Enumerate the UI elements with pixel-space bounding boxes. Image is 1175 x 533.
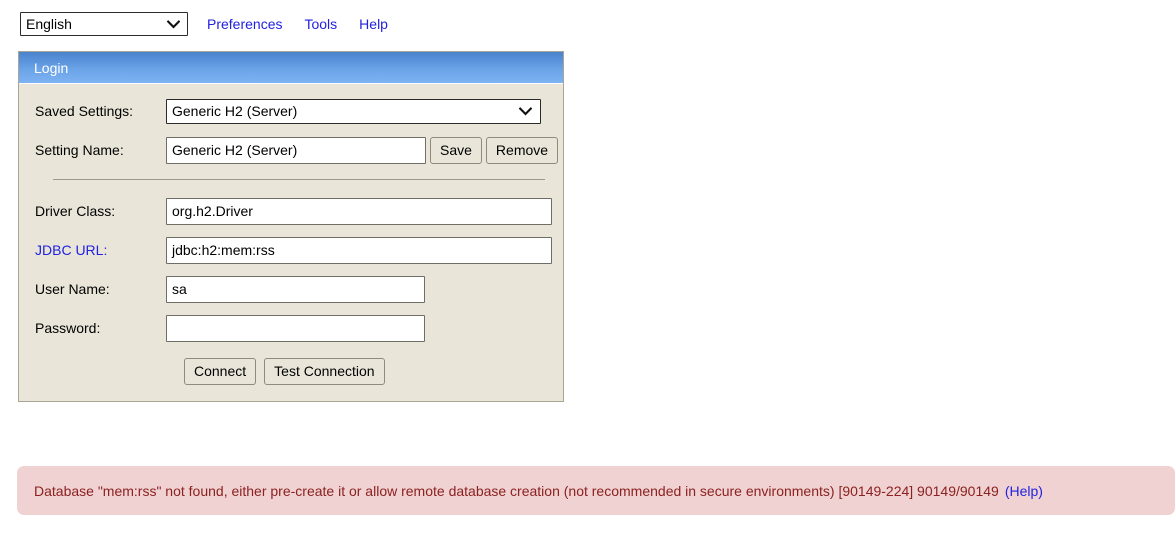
saved-settings-select[interactable]: Generic H2 (Server) (166, 98, 541, 124)
language-select[interactable]: English (20, 12, 188, 36)
error-banner: Database "mem:rss" not found, either pre… (17, 466, 1175, 515)
toolbar-links: Preferences Tools Help (207, 16, 388, 32)
password-input[interactable] (166, 314, 425, 342)
connect-button[interactable]: Connect (184, 358, 257, 385)
top-toolbar: English Preferences Tools Help (20, 11, 388, 37)
error-message: Database "mem:rss" not found, either pre… (34, 482, 999, 499)
saved-settings-value: Generic H2 (Server) (172, 102, 298, 119)
label-password: Password: (35, 320, 101, 336)
row-saved-settings: Saved Settings: Generic H2 (Server) (19, 96, 563, 126)
save-setting-button[interactable]: Save (430, 136, 482, 164)
label-setting-name: Setting Name: (35, 142, 124, 158)
label-driver-class: Driver Class: (35, 203, 116, 219)
login-panel-body: Saved Settings: Generic H2 (Server) Sett… (19, 84, 563, 401)
row-driver-class: Driver Class: org.h2.Driver (19, 196, 563, 226)
test-connection-button[interactable]: Test Connection (264, 358, 385, 385)
row-jdbc-url: JDBC URL: jdbc:h2:mem:rss (19, 235, 563, 265)
row-user-name: User Name: sa (19, 274, 563, 304)
error-help-link[interactable]: (Help) (1005, 483, 1043, 499)
login-actions: Connect Test Connection (19, 358, 563, 385)
row-password: Password: (19, 313, 563, 343)
label-saved-settings: Saved Settings: (35, 103, 134, 119)
label-jdbc-url[interactable]: JDBC URL: (35, 242, 166, 258)
link-preferences[interactable]: Preferences (207, 16, 282, 32)
link-help[interactable]: Help (359, 16, 388, 32)
row-setting-name: Setting Name: Generic H2 (Server) Save R… (19, 135, 563, 165)
setting-name-input[interactable]: Generic H2 (Server) (166, 136, 426, 164)
jdbc-url-input[interactable]: jdbc:h2:mem:rss (166, 236, 552, 264)
chevron-down-icon (167, 13, 180, 35)
driver-class-input[interactable]: org.h2.Driver (166, 197, 552, 225)
login-panel-header: Login (19, 52, 563, 84)
remove-setting-button[interactable]: Remove (485, 136, 559, 164)
link-tools[interactable]: Tools (304, 16, 337, 32)
chevron-down-icon (519, 100, 532, 123)
user-name-input[interactable]: sa (166, 275, 425, 303)
setting-name-buttons: Save Remove (430, 136, 559, 164)
language-select-value: English (26, 16, 72, 32)
form-divider (53, 179, 545, 180)
label-user-name: User Name: (35, 281, 110, 297)
login-panel-title: Login (34, 59, 69, 76)
login-panel: Login Saved Settings: Generic H2 (Server… (18, 51, 564, 402)
